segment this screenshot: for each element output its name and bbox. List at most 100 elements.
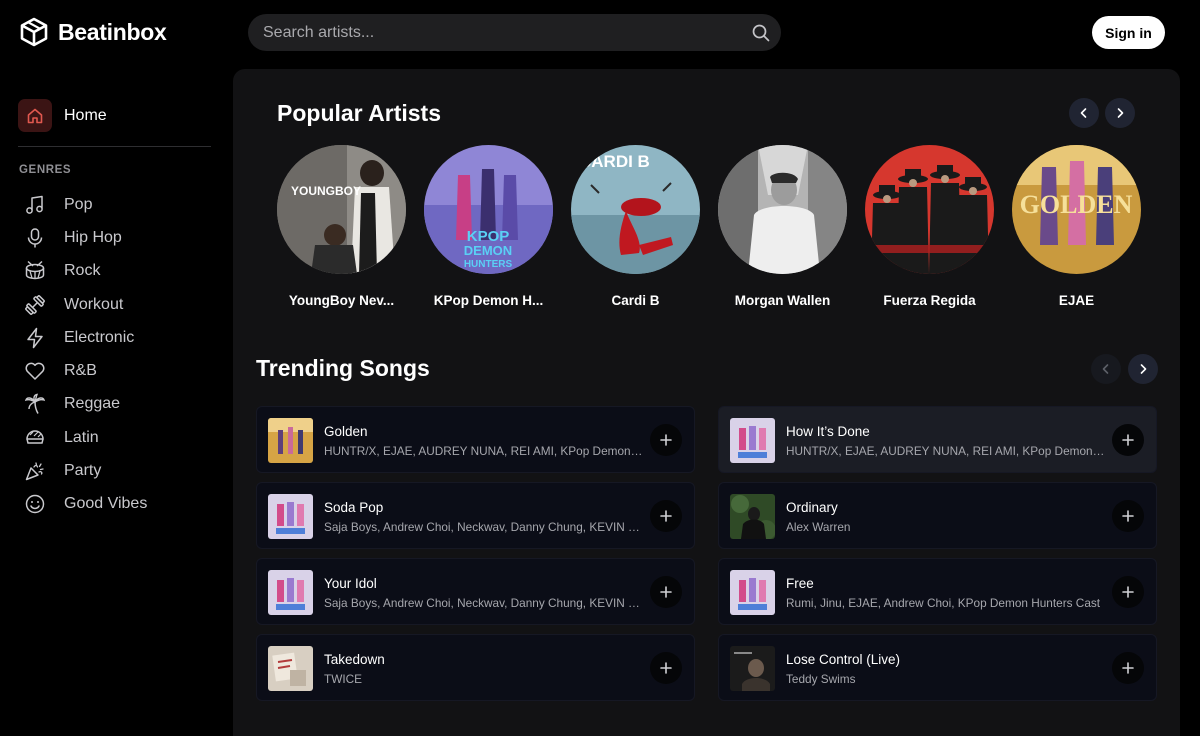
sidebar-item-hip-hop[interactable]: Hip Hop [22,221,147,254]
artists-next-button[interactable] [1105,98,1135,128]
search-icon[interactable] [741,14,781,51]
search-bar [248,14,781,51]
add-song-button[interactable] [1112,500,1144,532]
song-row[interactable]: Ordinary Alex Warren [718,482,1157,549]
song-title: Free [786,576,814,591]
album-cover [730,494,775,539]
sidebar-item-electronic[interactable]: Electronic [22,321,147,354]
album-cover [730,646,775,691]
add-song-button[interactable] [650,424,682,456]
heart-icon [22,358,48,384]
svg-text:CARDI B: CARDI B [579,152,650,171]
song-artists: Saja Boys, Andrew Choi, Neckwav, Danny C… [324,596,644,610]
home-icon [18,99,52,132]
chevron-right-icon [1140,364,1147,374]
sidebar-item-label: Home [64,106,107,124]
song-row[interactable]: Free Rumi, Jinu, EJAE, Andrew Choi, KPop… [718,558,1157,625]
sidebar-item-workout[interactable]: Workout [22,288,147,321]
smiley-icon [22,491,48,517]
song-artists: TWICE [324,672,363,686]
song-row[interactable]: How It’s Done HUNTR/X, EJAE, AUDREY NUNA… [718,406,1157,473]
artist-name: Morgan Wallen [734,293,831,308]
search-input[interactable] [248,23,741,42]
songs-next-button[interactable] [1128,354,1158,384]
song-title: Takedown [324,652,385,667]
artist-avatar [718,145,847,274]
sidebar-item-label: R&B [64,362,97,380]
song-row[interactable]: Your Idol Saja Boys, Andrew Choi, Neckwa… [256,558,695,625]
artist-avatar: GOLDEN [1012,145,1141,274]
artist-name: Cardi B [611,293,660,308]
album-cover [730,570,775,615]
popular-artists-title: Popular Artists [277,100,442,126]
svg-text:DEMON: DEMON [464,243,512,258]
sidebar-item-label: Workout [64,295,124,313]
main-panel: Popular Artists YOUNGBOY YoungBoy Nev...… [233,69,1180,736]
song-row[interactable]: Soda Pop Saja Boys, Andrew Choi, Neckwav… [256,482,695,549]
artist-card[interactable]: CARDI B Cardi B [571,145,700,308]
add-song-button[interactable] [1112,424,1144,456]
lightning-icon [22,325,48,351]
party-popper-icon [22,458,48,484]
songs-prev-button[interactable] [1091,354,1121,384]
plus-icon [660,586,672,598]
song-row[interactable]: Golden HUNTR/X, EJAE, AUDREY NUNA, REI A… [256,406,695,473]
artist-card[interactable]: KPOP DEMON HUNTERS KPop Demon H... [424,145,553,308]
artists-prev-button[interactable] [1069,98,1099,128]
sidebar-item-latin[interactable]: Latin [22,421,147,454]
sidebar-item-good-vibes[interactable]: Good Vibes [22,488,147,521]
svg-text:YOUNGBOY: YOUNGBOY [291,184,361,198]
artist-name: YoungBoy Nev... [288,293,395,308]
song-row[interactable]: Takedown TWICE [256,634,695,701]
sidebar-item-label: Electronic [64,328,135,346]
top-bar: Beatinbox Sign in [0,0,1200,64]
plus-icon [1122,510,1134,522]
artist-card[interactable]: Morgan Wallen [718,145,847,308]
artist-card[interactable]: GOLDEN EJAE [1012,145,1141,308]
sign-in-button[interactable]: Sign in [1092,16,1165,49]
add-song-button[interactable] [650,500,682,532]
song-artists: Alex Warren [786,520,851,534]
brand[interactable]: Beatinbox [20,16,167,48]
chevron-left-icon [1080,108,1087,118]
artist-card[interactable]: YOUNGBOY YoungBoy Nev... [277,145,406,308]
sidebar-item-rock[interactable]: Rock [22,255,147,288]
add-song-button[interactable] [650,576,682,608]
genre-list: Pop Hip Hop Rock Workout Electronic R&B … [22,188,147,521]
maracas-icon [22,425,48,451]
music-note-icon [22,192,48,218]
plus-icon [1122,662,1134,674]
album-cover [268,418,313,463]
palm-tree-icon [22,391,48,417]
plus-icon [1122,586,1134,598]
cube-logo-icon [20,17,48,47]
drum-icon [22,258,48,284]
add-song-button[interactable] [1112,576,1144,608]
plus-icon [660,434,672,446]
artist-carousel: YOUNGBOY YoungBoy Nev... KPOP DEMON HUNT… [277,145,1141,308]
sidebar-item-party[interactable]: Party [22,454,147,487]
song-artists: Rumi, Jinu, EJAE, Andrew Choi, KPop Demo… [786,596,1101,610]
song-title: Soda Pop [324,500,384,515]
divider [18,146,211,147]
add-song-button[interactable] [650,652,682,684]
trending-song-grid: Golden HUNTR/X, EJAE, AUDREY NUNA, REI A… [256,406,1157,701]
sidebar-item-reggae[interactable]: Reggae [22,388,147,421]
plus-icon [660,510,672,522]
sidebar-item-label: Rock [64,262,101,280]
svg-text:GOLDEN: GOLDEN [1020,190,1133,219]
sidebar-item-home[interactable]: Home [18,99,107,132]
sidebar-item-rnb[interactable]: R&B [22,354,147,387]
artist-avatar: KPOP DEMON HUNTERS [424,145,553,274]
artist-name: Fuerza Regida [883,293,976,308]
add-song-button[interactable] [1112,652,1144,684]
sidebar-item-pop[interactable]: Pop [22,188,147,221]
genres-heading: GENRES [19,164,72,176]
chevron-left-icon [1102,364,1109,374]
song-row[interactable]: Lose Control (Live) Teddy Swims [718,634,1157,701]
artist-card[interactable]: Fuerza Regida [865,145,994,308]
sidebar-item-label: Party [64,462,102,480]
song-artists: Teddy Swims [786,672,856,686]
album-cover [268,494,313,539]
album-cover [730,418,775,463]
